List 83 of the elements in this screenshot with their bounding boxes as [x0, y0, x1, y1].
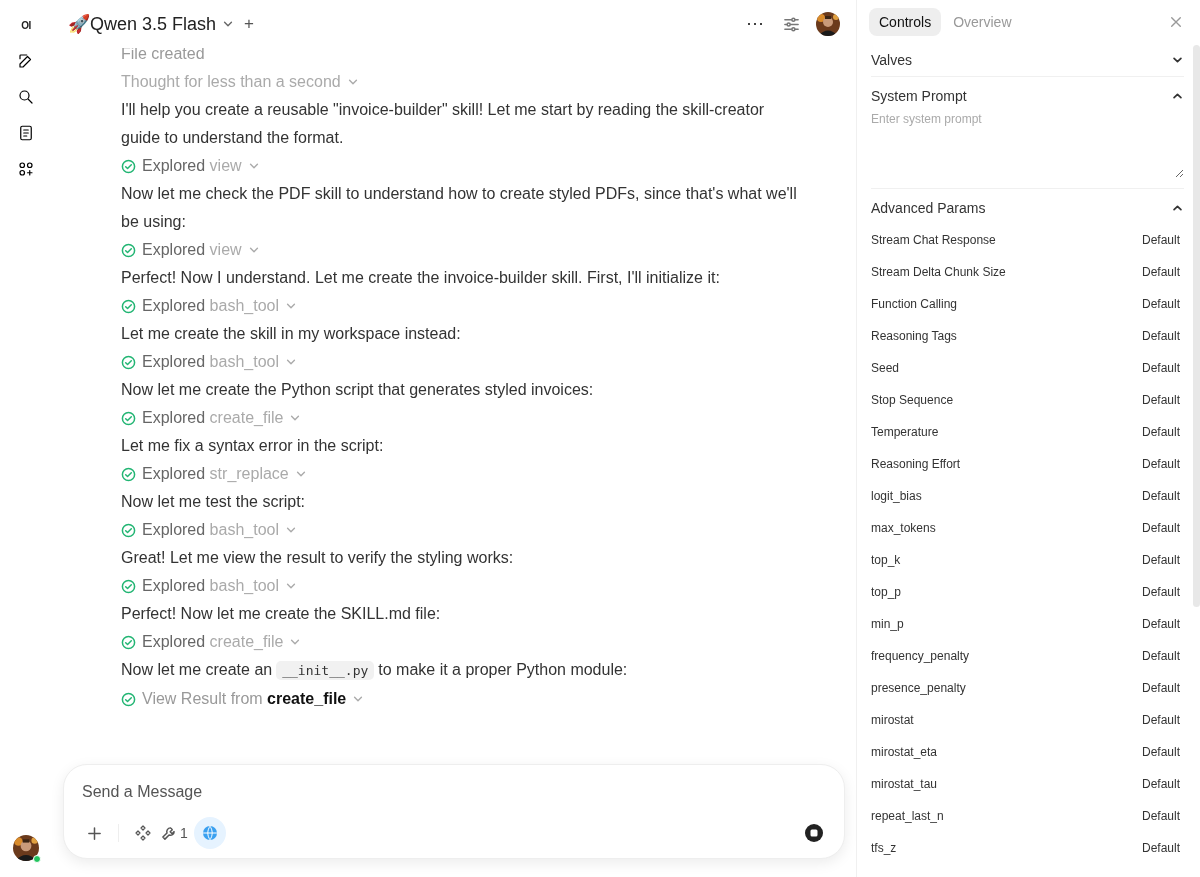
- message-text: Now let me create an __init__.py to make it a proper Python module:: [121, 660, 629, 682]
- system-prompt-field[interactable]: Enter system prompt: [871, 112, 1184, 178]
- message-text: Let me create the skill in my workspace instead:: [121, 324, 462, 344]
- param-value-button[interactable]: Default: [1141, 617, 1180, 631]
- param-value-button[interactable]: Default: [1141, 489, 1180, 503]
- integrations-icon[interactable]: [135, 825, 151, 841]
- stop-icon[interactable]: [804, 823, 824, 843]
- param-name: Reasoning Tags: [871, 329, 957, 343]
- param-value-button[interactable]: Default: [1141, 265, 1180, 279]
- param-value-button[interactable]: Default: [1141, 457, 1180, 471]
- param-value-button[interactable]: Default: [1141, 393, 1180, 407]
- param-name: Temperature: [871, 425, 939, 439]
- tool-call-toggle[interactable]: Explored bash_tool: [142, 348, 279, 376]
- more-icon[interactable]: [747, 22, 763, 26]
- panel-tab[interactable]: Controls: [869, 8, 942, 36]
- param-value-button[interactable]: Default: [1141, 745, 1180, 759]
- web-search-toggle[interactable]: [193, 817, 226, 849]
- message-text: Now let me check the PDF skill to understand how to create styled PDFs, since that's what we'll be using:: [121, 184, 797, 232]
- param-name: min_p: [871, 617, 904, 631]
- param-value-button[interactable]: Default: [1141, 649, 1180, 663]
- param-name: top_p: [871, 585, 902, 599]
- param-name: logit_bias: [871, 489, 922, 503]
- tool-call-toggle[interactable]: Explored view: [142, 152, 242, 180]
- tool-call-toggle[interactable]: Explored create_file: [142, 628, 284, 656]
- param-value-button[interactable]: Default: [1141, 361, 1180, 375]
- tool-call-toggle[interactable]: Explored bash_tool: [142, 292, 279, 320]
- tool-call-toggle[interactable]: Explored create_file: [142, 404, 284, 432]
- tools-button[interactable]: 1: [161, 818, 188, 848]
- section-header[interactable]: Advanced Params: [871, 192, 1184, 224]
- wrench-icon: [161, 825, 176, 841]
- param-value-button[interactable]: Default: [1141, 297, 1180, 311]
- plus-icon[interactable]: [86, 825, 102, 841]
- close-icon[interactable]: [1170, 15, 1182, 29]
- param-name: Seed: [871, 361, 900, 375]
- param-name: repeat_last_n: [871, 809, 944, 823]
- apps-icon[interactable]: [17, 160, 35, 178]
- message-text: Perfect! Now I understand. Let me create the invoice-builder skill. First, I'll initialize it:: [121, 268, 721, 288]
- param-name: Function Calling: [871, 297, 958, 311]
- param-value-button[interactable]: Default: [1141, 329, 1180, 343]
- message-composer: Send a Message 1: [63, 764, 845, 859]
- param-value-button[interactable]: Default: [1141, 841, 1180, 855]
- param-name: mirostat_eta: [871, 745, 938, 759]
- param-name: top_k: [871, 553, 901, 567]
- message-text: Now let me create the Python script that generates styled invoices:: [121, 380, 595, 400]
- param-name: mirostat: [871, 713, 914, 727]
- param-name: presence_penalty: [871, 681, 966, 695]
- param-name: Stream Chat Response: [871, 233, 996, 247]
- message-text: I'll help you create a reusable "invoice-builder" skill! Let me start by reading the skill-creator guide to understand the format.: [121, 100, 766, 148]
- message-text: Let me fix a syntax error in the script:: [121, 436, 385, 456]
- param-name: Stop Sequence: [871, 393, 954, 407]
- param-name: Reasoning Effort: [871, 457, 961, 471]
- param-value-button[interactable]: Default: [1141, 713, 1180, 727]
- param-value-button[interactable]: Default: [1141, 521, 1180, 535]
- param-value-button[interactable]: Default: [1141, 681, 1180, 695]
- add-model-button[interactable]: +: [244, 14, 254, 34]
- message-text: Great! Let me view the result to verify the styling works:: [121, 548, 515, 568]
- param-value-button[interactable]: Default: [1141, 425, 1180, 439]
- message-text: Perfect! Now let me create the SKILL.md file:: [121, 604, 442, 624]
- section-header[interactable]: Valves: [871, 44, 1184, 76]
- notes-icon[interactable]: [17, 124, 35, 142]
- message-text: Now let me test the script:: [121, 492, 307, 512]
- tool-call-toggle[interactable]: Explored str_replace: [142, 460, 289, 488]
- param-value-button[interactable]: Default: [1141, 233, 1180, 247]
- param-name: tfs_z: [871, 841, 897, 855]
- globe-icon: [201, 825, 218, 841]
- param-value-button[interactable]: Default: [1141, 553, 1180, 567]
- inline-code: __init__.py: [276, 661, 375, 680]
- app-logo[interactable]: OI: [15, 14, 37, 36]
- tool-call-toggle[interactable]: Explored view: [142, 236, 242, 264]
- param-value-button[interactable]: Default: [1141, 809, 1180, 823]
- param-name: Stream Delta Chunk Size: [871, 265, 1006, 279]
- settings-sliders-icon[interactable]: [782, 15, 800, 33]
- tool-call-toggle[interactable]: Explored bash_tool: [142, 516, 279, 544]
- param-value-button[interactable]: Default: [1141, 777, 1180, 791]
- search-icon[interactable]: [17, 88, 35, 106]
- tool-call-toggle[interactable]: View Result from create_file: [142, 685, 347, 713]
- section-header[interactable]: System Prompt: [871, 80, 1184, 112]
- param-name: max_tokens: [871, 521, 936, 535]
- tool-call-toggle[interactable]: Explored bash_tool: [142, 572, 279, 600]
- model-selector[interactable]: 🚀Qwen 3.5 Flash: [68, 13, 235, 35]
- param-name: mirostat_tau: [871, 777, 938, 791]
- param-value-button[interactable]: Default: [1141, 585, 1180, 599]
- param-name: frequency_penalty: [871, 649, 970, 663]
